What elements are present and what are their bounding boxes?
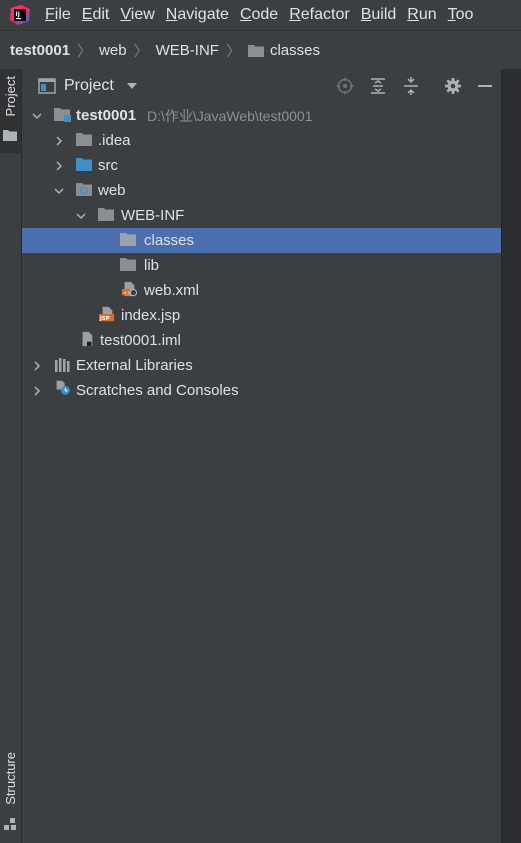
breadcrumb-separator-icon: 〉 bbox=[225, 42, 241, 60]
chevron-right-icon[interactable] bbox=[32, 361, 42, 371]
tree-node-external-libraries[interactable]: External Libraries bbox=[22, 353, 501, 378]
jsp-file-icon: JSP bbox=[99, 306, 115, 322]
tree-node-webinf[interactable]: WEB-INF bbox=[22, 203, 501, 228]
menu-code[interactable]: Code bbox=[240, 6, 278, 24]
tree-iml-label: test0001.iml bbox=[100, 332, 181, 349]
breadcrumb-project[interactable]: test0001 bbox=[10, 42, 70, 59]
project-panel-title[interactable]: Project bbox=[64, 77, 114, 95]
menu-refactor[interactable]: Refactor bbox=[289, 6, 349, 24]
menu-edit[interactable]: Edit bbox=[82, 6, 110, 24]
project-panel-header: Project bbox=[22, 69, 501, 102]
chevron-down-icon[interactable] bbox=[54, 186, 64, 196]
chevron-down-icon[interactable] bbox=[32, 111, 42, 121]
breadcrumb: test0001 〉 web 〉 WEB-INF 〉 classes bbox=[0, 30, 521, 70]
folder-icon bbox=[98, 208, 114, 221]
chevron-right-icon[interactable] bbox=[32, 386, 42, 396]
folder-icon bbox=[76, 133, 92, 146]
dropdown-arrow-icon[interactable] bbox=[126, 82, 138, 90]
editor-area-edge bbox=[501, 69, 521, 843]
menu-build[interactable]: Build bbox=[361, 6, 397, 24]
chevron-right-icon[interactable] bbox=[54, 136, 64, 146]
breadcrumb-separator-icon: 〉 bbox=[77, 42, 93, 60]
tree-webxml-label: web.xml bbox=[144, 282, 200, 299]
breadcrumb-classes[interactable]: classes bbox=[247, 42, 320, 59]
locate-file-icon[interactable] bbox=[336, 77, 354, 95]
tree-idea-label: .idea bbox=[98, 132, 131, 149]
tree-node-classes[interactable]: classes bbox=[22, 228, 501, 253]
tree-node-indexjsp[interactable]: JSP index.jsp bbox=[22, 303, 501, 328]
folder-icon bbox=[120, 233, 136, 246]
module-folder-icon bbox=[54, 108, 71, 122]
tree-node-src[interactable]: src bbox=[22, 153, 501, 178]
collapse-all-icon[interactable] bbox=[402, 77, 420, 95]
structure-icon[interactable] bbox=[3, 817, 17, 831]
tree-node-iml[interactable]: test0001.iml bbox=[22, 328, 501, 353]
menu-tools[interactable]: Too bbox=[448, 6, 474, 24]
menu-bar: IJ File Edit View Navigate Code Refactor… bbox=[0, 0, 521, 30]
project-tool-tab-label: Project bbox=[3, 76, 18, 117]
folder-icon bbox=[247, 44, 264, 57]
xml-file-icon: <> bbox=[121, 281, 138, 296]
intellij-logo-icon[interactable]: IJ bbox=[9, 4, 31, 26]
source-folder-icon bbox=[76, 158, 92, 171]
minimize-icon[interactable] bbox=[476, 77, 494, 95]
svg-text:IJ: IJ bbox=[16, 11, 20, 18]
tree-webinf-label: WEB-INF bbox=[121, 207, 185, 224]
tree-node-webxml[interactable]: <> web.xml bbox=[22, 278, 501, 303]
folder-icon bbox=[120, 258, 136, 271]
tree-external-label: External Libraries bbox=[76, 357, 193, 374]
expand-all-icon[interactable] bbox=[369, 77, 387, 95]
structure-tool-tab-label[interactable]: Structure bbox=[3, 752, 18, 805]
menu-run[interactable]: Run bbox=[407, 6, 436, 24]
breadcrumb-web[interactable]: web bbox=[99, 42, 127, 59]
chevron-right-icon[interactable] bbox=[54, 161, 64, 171]
tree-scratches-label: Scratches and Consoles bbox=[76, 382, 239, 399]
tree-node-root[interactable]: test0001 D:\作业\JavaWeb\test0001 bbox=[22, 103, 501, 128]
menu-view[interactable]: View bbox=[120, 6, 154, 24]
tree-node-idea[interactable]: .idea bbox=[22, 128, 501, 153]
left-tool-strip: Project Structure bbox=[0, 69, 22, 843]
tree-root-label: test0001 bbox=[76, 107, 137, 124]
tree-src-label: src bbox=[98, 157, 118, 174]
project-tree: test0001 D:\作业\JavaWeb\test0001 .idea sr… bbox=[22, 102, 501, 843]
menu-file[interactable]: File bbox=[45, 6, 71, 24]
web-folder-icon bbox=[76, 183, 92, 196]
breadcrumb-separator-icon: 〉 bbox=[133, 42, 149, 60]
tree-node-lib[interactable]: lib bbox=[22, 253, 501, 278]
tree-node-scratches[interactable]: Scratches and Consoles bbox=[22, 378, 501, 403]
project-tool-tab[interactable]: Project bbox=[0, 69, 21, 153]
tree-classes-label: classes bbox=[144, 232, 195, 249]
library-icon bbox=[55, 358, 70, 372]
tree-lib-label: lib bbox=[144, 257, 160, 274]
tree-root-path: D:\作业\JavaWeb\test0001 bbox=[147, 107, 313, 124]
svg-text:JSP: JSP bbox=[99, 316, 110, 322]
tree-node-web[interactable]: web bbox=[22, 178, 501, 203]
breadcrumb-webinf[interactable]: WEB-INF bbox=[156, 42, 219, 59]
scratches-icon bbox=[56, 380, 70, 395]
iml-file-icon bbox=[82, 331, 93, 347]
chevron-down-icon[interactable] bbox=[76, 211, 86, 221]
tree-web-label: web bbox=[98, 182, 126, 199]
menu-navigate[interactable]: Navigate bbox=[166, 6, 229, 24]
gear-icon[interactable] bbox=[444, 77, 462, 95]
folder-icon bbox=[3, 130, 17, 141]
tree-indexjsp-label: index.jsp bbox=[121, 307, 181, 324]
project-window-icon bbox=[38, 77, 56, 94]
